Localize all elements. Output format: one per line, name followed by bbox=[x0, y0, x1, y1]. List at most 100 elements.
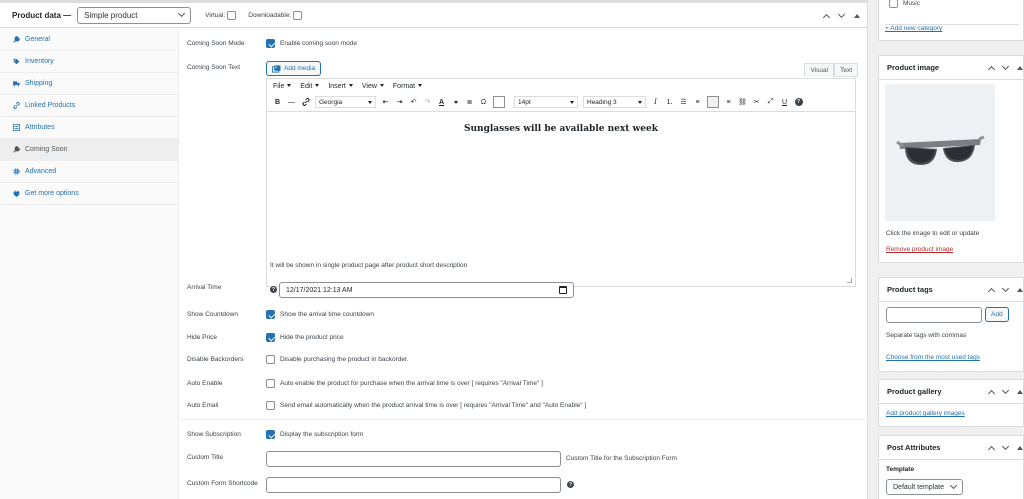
product-image-thumbnail[interactable] bbox=[885, 84, 995, 221]
disable-backorders-checkbox[interactable] bbox=[266, 355, 275, 364]
editor-content[interactable]: Sunglasses will be available next week bbox=[267, 112, 855, 134]
align-center-icon[interactable] bbox=[707, 96, 719, 108]
tab-linked-products[interactable]: Linked Products bbox=[0, 95, 178, 117]
media-icon bbox=[272, 64, 281, 73]
help-icon: ? bbox=[567, 481, 574, 488]
toggle-panel-icon[interactable] bbox=[1017, 390, 1023, 394]
custom-shortcode-input[interactable] bbox=[266, 477, 561, 493]
choose-tags-link[interactable]: Choose from the most used tags bbox=[886, 354, 980, 361]
move-up-icon[interactable] bbox=[987, 65, 996, 74]
tab-attributes[interactable]: Attributes bbox=[0, 117, 178, 139]
move-up-icon[interactable] bbox=[987, 287, 996, 296]
downloadable-checkbox[interactable] bbox=[293, 10, 303, 20]
wrench-icon bbox=[13, 146, 20, 153]
virtual-option: Virtual: bbox=[205, 10, 237, 20]
product-image-title: Product image bbox=[887, 63, 940, 72]
move-down-icon[interactable] bbox=[1001, 442, 1010, 451]
calendar-icon[interactable] bbox=[559, 286, 567, 294]
post-attributes-box: Post Attributes Template Default templat… bbox=[878, 435, 1024, 499]
add-tag-button[interactable]: Add bbox=[985, 307, 1009, 322]
background-color-swatch-icon[interactable] bbox=[493, 96, 505, 108]
resize-handle-icon[interactable] bbox=[847, 278, 852, 283]
redo-icon[interactable]: ↷ bbox=[423, 96, 432, 108]
show-subscription-checkbox[interactable] bbox=[266, 430, 275, 439]
editor-menubar: File Edit Insert View Format bbox=[267, 79, 855, 93]
horizontal-line-icon[interactable]: — bbox=[287, 96, 296, 108]
arrival-time-input[interactable]: 12/17/2021 12:13 AM bbox=[279, 282, 574, 298]
help-icon[interactable]: ? bbox=[794, 96, 803, 108]
toggle-panel-icon[interactable] bbox=[1017, 446, 1023, 450]
template-select[interactable]: Default template bbox=[886, 479, 963, 495]
add-new-category-link[interactable]: + Add new category bbox=[885, 25, 942, 32]
omega-icon[interactable]: Ω bbox=[479, 96, 488, 108]
add-media-button[interactable]: Add media bbox=[266, 61, 322, 76]
toggle-panel-icon[interactable] bbox=[1017, 288, 1023, 292]
indent-icon[interactable]: ⇤ bbox=[381, 96, 390, 108]
tab-text[interactable]: Text bbox=[834, 63, 858, 77]
tab-shipping[interactable]: Shipping bbox=[0, 73, 178, 95]
toggle-panel-icon[interactable] bbox=[1017, 66, 1023, 70]
move-up-icon[interactable] bbox=[822, 13, 831, 22]
unlink-icon[interactable]: ✂ bbox=[752, 96, 761, 108]
move-down-icon[interactable] bbox=[837, 10, 846, 19]
ordered-list-icon[interactable]: ⒈ bbox=[665, 96, 674, 108]
product-type-select[interactable]: Simple product bbox=[77, 6, 192, 24]
move-down-icon[interactable] bbox=[1001, 62, 1010, 71]
bullet-list-icon[interactable]: ☰ bbox=[679, 96, 688, 108]
move-up-icon[interactable] bbox=[987, 389, 996, 398]
product-gallery-box: Product gallery Add product gallery imag… bbox=[878, 379, 1024, 427]
tags-hint: Separate tags with commas bbox=[886, 332, 967, 339]
align-left-icon[interactable]: ≡ bbox=[693, 96, 702, 108]
sunglasses-image-icon bbox=[896, 135, 985, 165]
tab-coming-soon[interactable]: Coming Soon bbox=[0, 139, 178, 161]
justify-icon[interactable]: ≣ bbox=[465, 96, 474, 108]
tab-visual[interactable]: Visual bbox=[804, 63, 835, 77]
menu-view[interactable]: View bbox=[362, 83, 384, 90]
category-checkbox[interactable] bbox=[889, 0, 898, 8]
show-countdown-checkbox[interactable] bbox=[266, 310, 275, 319]
virtual-checkbox[interactable] bbox=[227, 10, 237, 20]
tag-input[interactable] bbox=[886, 307, 982, 323]
menu-insert[interactable]: Insert bbox=[328, 83, 353, 90]
bold-icon[interactable]: B bbox=[273, 96, 282, 108]
custom-title-input[interactable] bbox=[266, 451, 561, 467]
insert-link-icon[interactable]: ⛓ bbox=[738, 96, 747, 108]
custom-shortcode-label: Custom Form Shortcode bbox=[187, 480, 258, 487]
tab-general[interactable]: General bbox=[0, 29, 178, 51]
box-controls bbox=[987, 442, 1023, 454]
tab-get-more-options[interactable]: Get more options bbox=[0, 183, 178, 205]
font-family-select[interactable]: Georgia bbox=[315, 96, 376, 108]
move-down-icon[interactable] bbox=[1001, 284, 1010, 293]
hide-price-checkbox[interactable] bbox=[266, 333, 275, 342]
tab-inventory[interactable]: Inventory bbox=[0, 51, 178, 73]
text-color-icon[interactable]: A bbox=[437, 96, 446, 108]
show-subscription-text: Display the subscription form bbox=[280, 431, 364, 438]
fullscreen-icon[interactable]: ⤢ bbox=[766, 96, 775, 108]
menu-edit[interactable]: Edit bbox=[300, 83, 320, 90]
add-gallery-images-link[interactable]: Add product gallery images bbox=[886, 410, 965, 417]
text-color-dropdown-icon[interactable] bbox=[451, 96, 460, 108]
category-item-music[interactable]: Music bbox=[889, 0, 920, 8]
tab-advanced[interactable]: Advanced bbox=[0, 161, 178, 183]
link-icon[interactable] bbox=[301, 96, 310, 108]
box-controls bbox=[987, 386, 1023, 398]
auto-email-checkbox[interactable] bbox=[266, 401, 275, 410]
move-up-icon[interactable] bbox=[987, 445, 996, 454]
align-right-icon[interactable]: ≡ bbox=[724, 96, 733, 108]
toggle-panel-icon[interactable] bbox=[854, 14, 860, 18]
remove-product-image-link[interactable]: Remove product image bbox=[886, 246, 953, 253]
coming-soon-mode-checkbox[interactable] bbox=[266, 39, 275, 48]
outdent-icon[interactable]: ⇥ bbox=[395, 96, 404, 108]
move-down-icon[interactable] bbox=[1001, 386, 1010, 395]
arrival-time-label: Arrival Time bbox=[187, 284, 222, 291]
underline-icon[interactable]: U bbox=[780, 96, 789, 108]
tab-label: Linked Products bbox=[25, 102, 76, 109]
menu-format[interactable]: Format bbox=[392, 82, 423, 90]
undo-icon[interactable]: ↶ bbox=[409, 96, 418, 108]
font-size-select[interactable]: 14pt bbox=[514, 96, 578, 108]
auto-enable-checkbox[interactable] bbox=[266, 379, 275, 388]
menu-file[interactable]: File bbox=[273, 83, 292, 90]
block-format-select[interactable]: Heading 3 bbox=[583, 96, 646, 108]
italic-icon[interactable]: I bbox=[651, 96, 660, 108]
menu-label: Format bbox=[392, 82, 416, 90]
